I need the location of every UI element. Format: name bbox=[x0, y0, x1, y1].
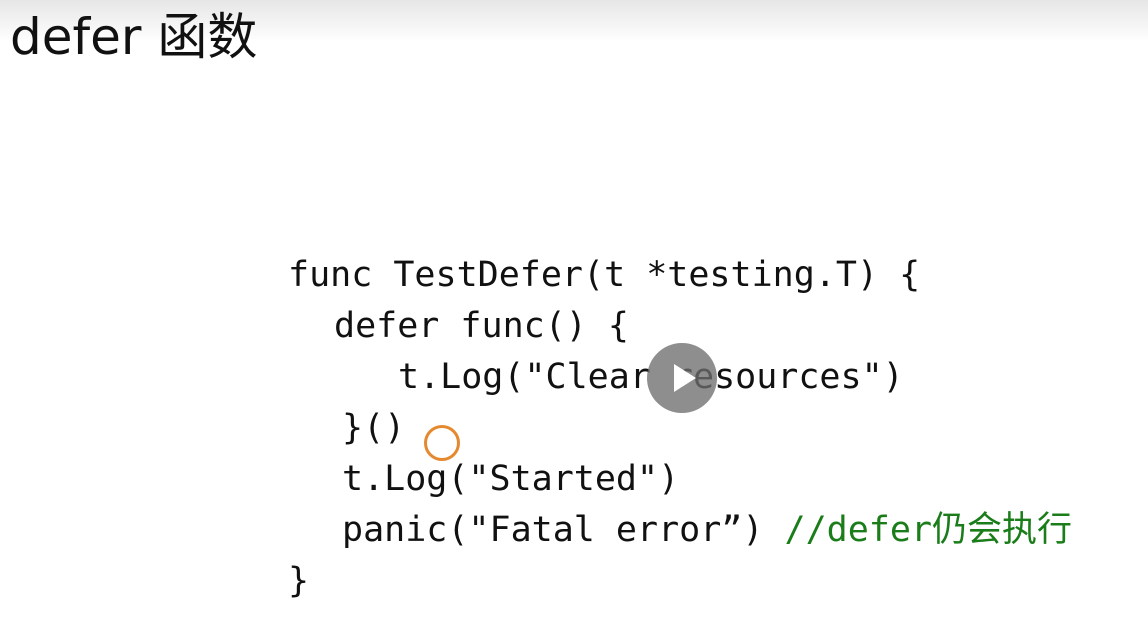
code-block: func TestDefer(t *testing.T) { defer fun… bbox=[288, 250, 1072, 607]
code-line: t.Log("Started") bbox=[342, 459, 680, 499]
slide: defer 函数 func TestDefer(t *testing.T) { … bbox=[0, 0, 1148, 623]
code-line: func TestDefer(t *testing.T) { bbox=[288, 255, 921, 295]
code-text: panic("Fatal error”) bbox=[342, 510, 785, 550]
play-icon bbox=[674, 364, 696, 392]
play-button[interactable] bbox=[647, 343, 717, 413]
code-line: panic("Fatal error”) //defer仍会执行 bbox=[288, 505, 1072, 556]
slide-title: defer 函数 bbox=[10, 8, 258, 66]
code-line: } bbox=[288, 561, 310, 601]
code-comment: //defer仍会执行 bbox=[784, 510, 1073, 550]
cursor-highlight-ring bbox=[424, 425, 460, 461]
